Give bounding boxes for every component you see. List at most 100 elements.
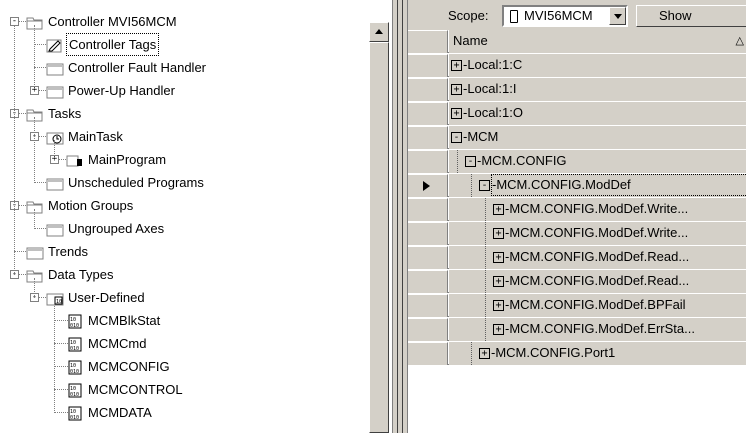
tag-name: -Local:1:C	[463, 57, 523, 72]
tree-item[interactable]: 10 010 MCMCONFIG	[0, 355, 368, 378]
tag-name-cell[interactable]: + -Local:1:I	[449, 78, 746, 101]
scroll-thumb[interactable]	[369, 42, 389, 433]
tree-connector	[485, 246, 486, 269]
expand-icon[interactable]: +	[479, 348, 490, 359]
tag-row[interactable]: + -Local:1:C	[408, 54, 746, 77]
tag-row[interactable]: + -MCM.CONFIG.ModDef.Read...	[408, 270, 746, 293]
row-selector[interactable]	[408, 54, 448, 77]
tag-row[interactable]: + -Local:1:O	[408, 102, 746, 125]
expand-icon[interactable]: +	[451, 108, 462, 119]
tree-connector	[34, 117, 35, 183]
tree-item[interactable]: - Tasks	[0, 102, 368, 125]
tag-name: -MCM.CONFIG.ModDef.BPFail	[505, 297, 686, 312]
tree-item-label: MCMDATA	[88, 405, 152, 420]
svg-text:10: 10	[56, 299, 62, 305]
tag-name-cell[interactable]: + -MCM.CONFIG.ModDef.ErrSta...	[449, 318, 746, 341]
tag-row[interactable]: - -MCM	[408, 126, 746, 149]
tree-item[interactable]: Unscheduled Programs	[0, 171, 368, 194]
tree-item[interactable]: Trends	[0, 240, 368, 263]
tree-connector	[471, 342, 472, 365]
row-selector[interactable]	[408, 318, 448, 341]
tree-connector	[54, 140, 55, 160]
row-selector[interactable]	[408, 150, 448, 173]
row-selector[interactable]	[408, 174, 448, 197]
tree-scrollbar[interactable]	[369, 22, 389, 433]
tag-name-cell[interactable]: + -MCM.CONFIG.ModDef.Read...	[449, 270, 746, 293]
tag-name-cell[interactable]: + -MCM.CONFIG.ModDef.Read...	[449, 246, 746, 269]
pane-splitter[interactable]	[392, 0, 408, 433]
tag-row[interactable]: + -Local:1:I	[408, 78, 746, 101]
tree-item[interactable]: - Motion Groups	[0, 194, 368, 217]
collapse-icon[interactable]: -	[479, 180, 490, 191]
tag-row[interactable]: + -MCM.CONFIG.ModDef.Read...	[408, 246, 746, 269]
row-selector[interactable]	[408, 102, 448, 125]
tree-item[interactable]: 10 010 MCMCONTROL	[0, 378, 368, 401]
tree-item[interactable]: - Data Types	[0, 263, 368, 286]
tree-item[interactable]: + Power-Up Handler	[0, 79, 368, 102]
row-selector[interactable]	[408, 198, 448, 221]
expand-icon[interactable]: +	[493, 276, 504, 287]
row-selector-header[interactable]	[408, 30, 448, 53]
datatype-icon: 10 010	[66, 336, 84, 352]
tree-item-label: Power-Up Handler	[68, 83, 175, 98]
tree-item[interactable]: 10 010 MCMCmd	[0, 332, 368, 355]
expand-icon[interactable]: +	[451, 84, 462, 95]
expand-icon[interactable]: +	[493, 204, 504, 215]
tree-connector	[485, 318, 486, 341]
tree-item[interactable]: -10 User-Defined	[0, 286, 368, 309]
tree-item-label: Data Types	[48, 267, 114, 282]
tag-row[interactable]: - -MCM.CONFIG.ModDef	[408, 174, 746, 197]
tree-item[interactable]: Controller Fault Handler	[0, 56, 368, 79]
tag-name-cell[interactable]: - -MCM.CONFIG	[449, 150, 746, 173]
scroll-up-arrow-icon[interactable]	[369, 22, 389, 42]
expand-icon[interactable]: +	[493, 324, 504, 335]
tree-connector	[34, 209, 35, 229]
expand-icon[interactable]: +	[493, 252, 504, 263]
tag-row[interactable]: + -MCM.CONFIG.ModDef.Write...	[408, 198, 746, 221]
tag-name: -MCM.CONFIG	[477, 153, 567, 168]
scope-dropdown[interactable]: MVI56MCM	[502, 5, 628, 27]
tree-item-label: Unscheduled Programs	[68, 175, 204, 190]
row-selector[interactable]	[408, 78, 448, 101]
tag-name-cell[interactable]: + -Local:1:O	[449, 102, 746, 125]
row-selector[interactable]	[408, 222, 448, 245]
tags-icon	[46, 37, 64, 53]
row-selector[interactable]	[408, 342, 448, 365]
expand-icon[interactable]: +	[493, 228, 504, 239]
expand-icon[interactable]: +	[493, 300, 504, 311]
show-button[interactable]: Show	[636, 5, 746, 27]
folder-icon	[46, 221, 64, 237]
svg-text:010: 010	[70, 392, 79, 398]
tag-row[interactable]: + -MCM.CONFIG.ModDef.ErrSta...	[408, 318, 746, 341]
tag-row[interactable]: + -MCM.CONFIG.Port1	[408, 342, 746, 365]
tree-item[interactable]: - Controller MVI56MCM	[0, 10, 368, 33]
tree-item[interactable]: 10 010 MCMDATA	[0, 401, 368, 424]
scope-label: Scope:	[448, 8, 489, 23]
tag-name-cell[interactable]: - -MCM.CONFIG.ModDef	[449, 174, 746, 197]
tag-name-cell[interactable]: + -Local:1:C	[449, 54, 746, 77]
tag-row[interactable]: + -MCM.CONFIG.ModDef.Write...	[408, 222, 746, 245]
tree-connector	[34, 278, 35, 298]
row-selector[interactable]	[408, 294, 448, 317]
tag-name-cell[interactable]: - -MCM	[449, 126, 746, 149]
tree-item[interactable]: Ungrouped Axes	[0, 217, 368, 240]
tag-row[interactable]: - -MCM.CONFIG	[408, 150, 746, 173]
tag-row[interactable]: + -MCM.CONFIG.ModDef.BPFail	[408, 294, 746, 317]
tree-item[interactable]: Controller Tags	[0, 33, 368, 56]
tag-name-cell[interactable]: + -MCM.CONFIG.ModDef.Write...	[449, 222, 746, 245]
collapse-icon[interactable]: -	[451, 132, 462, 143]
tag-name-cell[interactable]: + -MCM.CONFIG.ModDef.BPFail	[449, 294, 746, 317]
collapse-icon[interactable]: -	[465, 156, 476, 167]
name-column-header[interactable]: Name △	[449, 30, 746, 53]
expand-icon[interactable]: +	[451, 60, 462, 71]
tag-name-cell[interactable]: + -MCM.CONFIG.Port1	[449, 342, 746, 365]
tree-item[interactable]: 10 010 MCMBlkStat	[0, 309, 368, 332]
tree-item[interactable]: + MainProgram	[0, 148, 368, 171]
row-selector[interactable]	[408, 246, 448, 269]
tag-name-cell[interactable]: + -MCM.CONFIG.ModDef.Write...	[449, 198, 746, 221]
row-selector[interactable]	[408, 126, 448, 149]
row-selector[interactable]	[408, 270, 448, 293]
tag-name: -Local:1:O	[463, 105, 523, 120]
chevron-down-icon[interactable]	[609, 7, 626, 25]
tree-item[interactable]: - MainTask	[0, 125, 368, 148]
